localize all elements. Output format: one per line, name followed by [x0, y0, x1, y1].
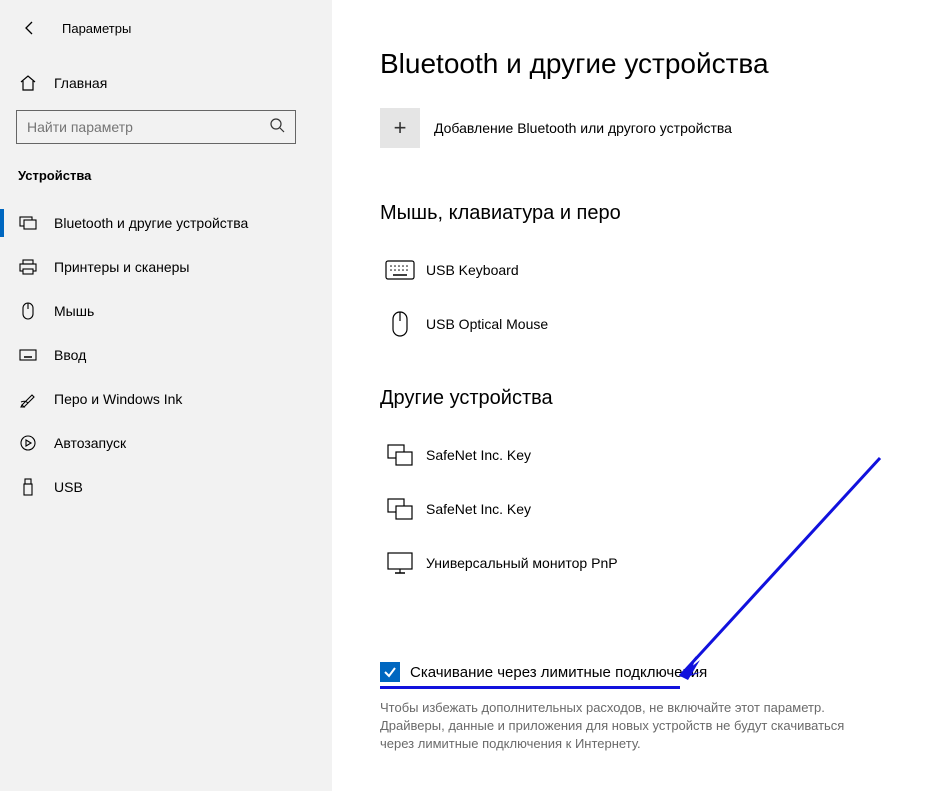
add-device-button[interactable]: +	[380, 108, 420, 148]
sidebar-item-typing[interactable]: Ввод	[0, 333, 332, 377]
sidebar-item-bluetooth[interactable]: Bluetooth и другие устройства	[0, 201, 332, 245]
metered-download-block: Скачивание через лимитные подключения Чт…	[380, 662, 942, 754]
autoplay-icon	[18, 434, 38, 452]
sidebar-item-label: Перо и Windows Ink	[54, 391, 182, 407]
search-icon	[269, 117, 285, 138]
title-bar: Параметры	[0, 10, 332, 66]
sidebar-item-pen[interactable]: Перо и Windows Ink	[0, 377, 332, 421]
add-device-row[interactable]: + Добавление Bluetooth или другого устро…	[380, 108, 942, 148]
mouse-icon	[380, 311, 420, 337]
sidebar-item-usb[interactable]: USB	[0, 465, 332, 509]
device-row[interactable]: Универсальный монитор PnP	[380, 536, 942, 590]
window-title: Параметры	[62, 21, 131, 36]
generic-device-icon	[380, 498, 420, 520]
home-label: Главная	[54, 75, 107, 91]
keyboard-icon	[380, 260, 420, 280]
device-label: Универсальный монитор PnP	[426, 555, 618, 571]
sidebar-item-printers[interactable]: Принтеры и сканеры	[0, 245, 332, 289]
mouse-icon	[18, 302, 38, 320]
metered-checkbox-label: Скачивание через лимитные подключения	[410, 664, 707, 681]
search-container	[0, 100, 332, 158]
sidebar-item-label: Bluetooth и другие устройства	[54, 215, 248, 231]
sidebar-item-label: Ввод	[54, 347, 86, 363]
home-icon	[18, 74, 38, 92]
device-label: USB Keyboard	[426, 262, 519, 278]
page-heading: Bluetooth и другие устройства	[380, 48, 942, 80]
monitor-icon	[380, 552, 420, 574]
metered-checkbox[interactable]	[380, 662, 400, 682]
device-label: USB Optical Mouse	[426, 316, 548, 332]
printer-icon	[18, 259, 38, 275]
sidebar-item-label: Принтеры и сканеры	[54, 259, 189, 275]
annotation-underline	[380, 686, 680, 689]
sidebar-item-autoplay[interactable]: Автозапуск	[0, 421, 332, 465]
section-heading-input-devices: Мышь, клавиатура и перо	[380, 202, 942, 225]
back-button[interactable]	[16, 14, 44, 42]
device-row[interactable]: SafeNet Inc. Key	[380, 482, 942, 536]
pen-icon	[18, 390, 38, 408]
search-input[interactable]	[27, 119, 269, 135]
check-icon	[383, 665, 397, 679]
device-row[interactable]: SafeNet Inc. Key	[380, 428, 942, 482]
home-nav[interactable]: Главная	[0, 66, 332, 100]
search-box[interactable]	[16, 110, 296, 144]
metered-checkbox-row: Скачивание через лимитные подключения	[380, 662, 942, 682]
section-heading-other-devices: Другие устройства	[380, 387, 942, 410]
sidebar-item-label: USB	[54, 479, 83, 495]
usb-icon	[18, 478, 38, 496]
sidebar: Параметры Главная Устройства Bluetooth и…	[0, 0, 332, 791]
main-content: Bluetooth и другие устройства + Добавлен…	[332, 0, 942, 791]
metered-description: Чтобы избежать дополнительных расходов, …	[380, 699, 870, 754]
arrow-left-icon	[22, 20, 38, 36]
add-device-label: Добавление Bluetooth или другого устройс…	[434, 120, 732, 136]
devices-icon	[18, 216, 38, 230]
sidebar-item-mouse[interactable]: Мышь	[0, 289, 332, 333]
plus-icon: +	[394, 115, 407, 141]
sidebar-item-label: Автозапуск	[54, 435, 126, 451]
device-label: SafeNet Inc. Key	[426, 501, 531, 517]
device-row[interactable]: USB Optical Mouse	[380, 297, 942, 351]
keyboard-icon	[18, 349, 38, 361]
device-row[interactable]: USB Keyboard	[380, 243, 942, 297]
sidebar-item-label: Мышь	[54, 303, 94, 319]
generic-device-icon	[380, 444, 420, 466]
device-label: SafeNet Inc. Key	[426, 447, 531, 463]
sidebar-category: Устройства	[0, 158, 332, 201]
